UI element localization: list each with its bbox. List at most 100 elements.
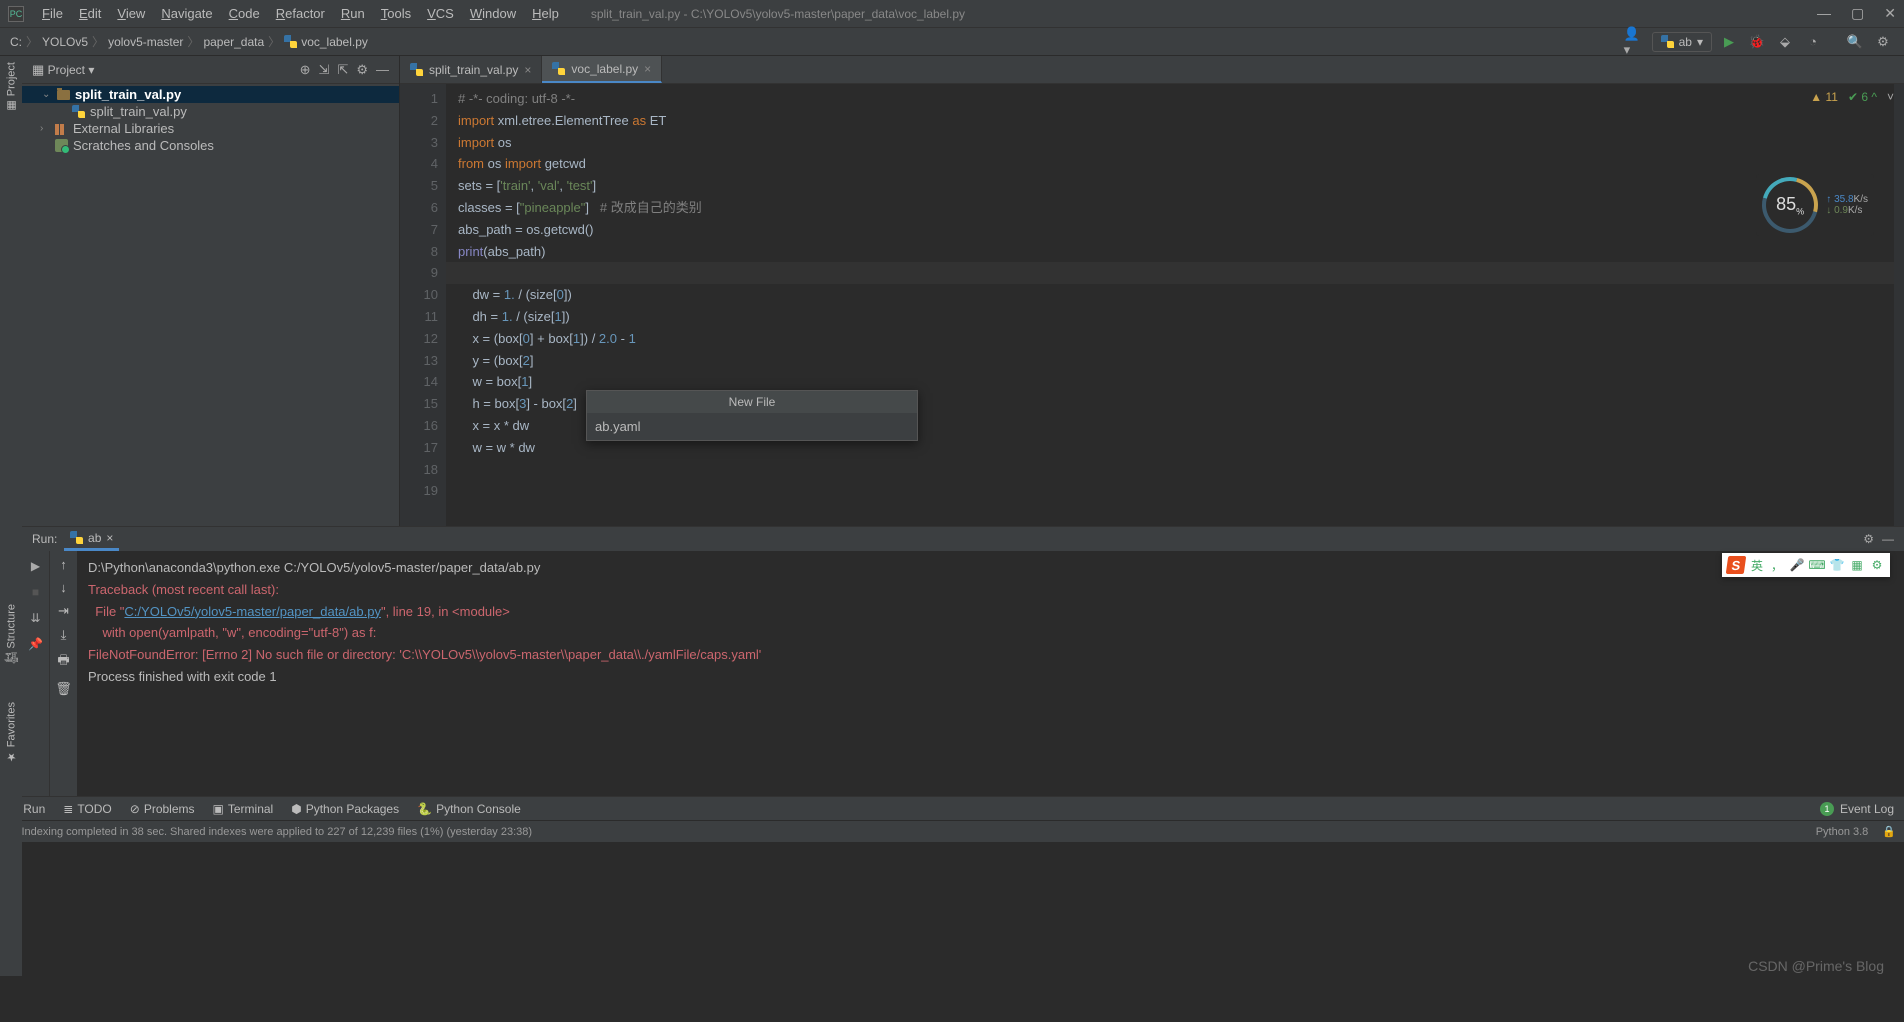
tree-scratches[interactable]: Scratches and Consoles: [22, 137, 399, 154]
trash-icon[interactable]: 🗑: [55, 681, 72, 697]
bottom-tool-tabs: ▶ Run ≣ TODO ⊘ Problems ▣ Terminal ⬢ Pyt…: [0, 796, 1904, 820]
scratches-icon: [55, 139, 68, 152]
ime-keyboard-icon[interactable]: ⌨: [1809, 557, 1825, 573]
user-icon[interactable]: 👤▾: [1624, 31, 1646, 53]
window-controls: — ▢ ✕: [1817, 5, 1896, 22]
tab-event-log[interactable]: 1 Event Log: [1820, 802, 1894, 816]
print-icon[interactable]: 🖶: [57, 651, 69, 673]
project-view-selector[interactable]: Project ▾: [44, 63, 94, 77]
breadcrumb-segment[interactable]: voc_label.py: [301, 35, 368, 49]
gutter[interactable]: 12345678910111213141516171819: [400, 84, 446, 526]
tab-problems[interactable]: ⊘ Problems: [130, 802, 195, 816]
menu-run[interactable]: Run: [333, 6, 373, 21]
performance-widget[interactable]: 85% ↑ 35.8K/s ↓ 0.9K/s: [1756, 174, 1874, 236]
ime-logo-icon: S: [1726, 556, 1747, 574]
up-icon[interactable]: ↑: [60, 557, 67, 572]
menu-window[interactable]: Window: [462, 6, 524, 21]
maximize-icon[interactable]: ▢: [1851, 5, 1864, 22]
debug-button[interactable]: 🐞: [1746, 31, 1768, 53]
scroll-icon[interactable]: ⤓: [61, 627, 67, 643]
menu-edit[interactable]: Edit: [71, 6, 109, 21]
lock-icon[interactable]: 🔒: [1882, 825, 1896, 838]
close-tab-icon[interactable]: ×: [644, 62, 651, 76]
run-toolbar-left: ▶ ■ ⇊ 📌: [22, 551, 50, 796]
status-bar: ▢ Indexing completed in 38 sec. Shared i…: [0, 820, 1904, 842]
ime-voice-icon[interactable]: 🎤: [1789, 557, 1805, 573]
new-file-input[interactable]: [587, 413, 917, 440]
run-hide-icon[interactable]: —: [1882, 532, 1894, 546]
code-content[interactable]: # -*- coding: utf-8 -*-import xml.etree.…: [446, 84, 1904, 526]
profile-icon[interactable]: ◔: [1802, 31, 1824, 53]
project-tree[interactable]: ⌄split_train_val.py split_train_val.py ›…: [22, 84, 399, 156]
console-output[interactable]: D:\Python\anaconda3\python.exe C:/YOLOv5…: [78, 551, 1904, 796]
menu-vcs[interactable]: VCS: [419, 6, 462, 21]
ime-skin-icon[interactable]: 👕: [1829, 557, 1845, 573]
minimize-icon[interactable]: —: [1817, 5, 1831, 22]
ime-grid-icon[interactable]: ▦: [1849, 557, 1865, 573]
main-menu: FileEditViewNavigateCodeRefactorRunTools…: [34, 6, 567, 21]
python-file-icon: [72, 105, 85, 118]
window-title: split_train_val.py - C:\YOLOv5\yolov5-ma…: [591, 7, 965, 21]
interpreter-indicator[interactable]: Python 3.8: [1816, 826, 1869, 838]
menu-help[interactable]: Help: [524, 6, 567, 21]
run-button[interactable]: ▶: [1718, 31, 1740, 53]
search-icon[interactable]: 🔍: [1844, 31, 1866, 53]
coverage-icon[interactable]: ⬙: [1774, 31, 1796, 53]
breadcrumb-segment[interactable]: YOLOv5: [42, 35, 88, 49]
breadcrumb[interactable]: C:〉YOLOv5〉yolov5-master〉paper_data〉voc_l…: [10, 33, 368, 50]
ime-punct-icon[interactable]: ，: [1769, 557, 1785, 573]
pin-icon[interactable]: 📌: [27, 635, 45, 653]
locate-icon[interactable]: ⊕: [300, 62, 311, 78]
tree-item[interactable]: split_train_val.py: [22, 103, 399, 120]
editor-scrollbar[interactable]: [1894, 84, 1904, 526]
tab-python-packages[interactable]: ⬢ Python Packages: [291, 802, 399, 816]
menu-refactor[interactable]: Refactor: [268, 6, 333, 21]
expand-icon[interactable]: ⇲: [319, 62, 330, 78]
tool-window-icon: ▦: [32, 62, 44, 78]
run-settings-icon[interactable]: ⚙: [1863, 532, 1874, 546]
breadcrumb-segment[interactable]: paper_data: [203, 35, 264, 49]
editor-tab[interactable]: voc_label.py×: [542, 56, 662, 83]
checks-indicator[interactable]: ✔ 6 ^: [1848, 90, 1877, 104]
menu-navigate[interactable]: Navigate: [153, 6, 220, 21]
tree-external-libs[interactable]: ›External Libraries: [22, 120, 399, 137]
run-header-label: Run:: [32, 532, 57, 546]
tab-terminal[interactable]: ▣ Terminal: [213, 802, 274, 816]
menu-view[interactable]: View: [109, 6, 153, 21]
menu-tools[interactable]: Tools: [373, 6, 419, 21]
down-icon[interactable]: ↓: [60, 580, 67, 595]
close-tab-icon[interactable]: ×: [524, 63, 531, 77]
library-icon: [55, 123, 68, 134]
run-config-tab[interactable]: ab ×: [64, 527, 119, 551]
breadcrumb-segment[interactable]: yolov5-master: [108, 35, 183, 49]
stop-icon[interactable]: ■: [27, 583, 45, 601]
menu-code[interactable]: Code: [221, 6, 268, 21]
tab-todo[interactable]: ≣ TODO: [63, 802, 112, 816]
warnings-indicator[interactable]: ▲ 11: [1810, 90, 1838, 104]
settings-icon[interactable]: ⚙: [1872, 31, 1894, 53]
tree-root[interactable]: ⌄split_train_val.py: [22, 86, 399, 103]
breadcrumb-segment[interactable]: C:: [10, 35, 22, 49]
hide-icon[interactable]: —: [376, 62, 389, 78]
tab-project[interactable]: ▦ Project: [3, 56, 20, 118]
ime-settings-icon[interactable]: ⚙: [1869, 557, 1885, 573]
run-config-selector[interactable]: ab ▾: [1652, 32, 1712, 52]
project-tool-window: ▦ Project ▾ ⊕ ⇲ ⇱ ⚙ — ⌄split_train_val.p…: [22, 56, 400, 526]
titlebar: PC FileEditViewNavigateCodeRefactorRunTo…: [0, 0, 1904, 28]
close-icon[interactable]: ✕: [1884, 5, 1896, 22]
layout-icon[interactable]: ⇊: [27, 609, 45, 627]
rerun-icon[interactable]: ▶: [27, 557, 45, 575]
ime-toolbar[interactable]: S 英 ， 🎤 ⌨ 👕 ▦ ⚙: [1722, 553, 1890, 577]
tab-python-console[interactable]: 🐍 Python Console: [417, 802, 521, 816]
collapse-icon[interactable]: ⇱: [337, 62, 348, 78]
run-tool-window: Run: ab × ⚙ — ▶ ■ ⇊ 📌 ↑ ↓ ⇥ ⤓ 🖶 🗑 D:\Pyt…: [22, 526, 1904, 796]
ime-lang-icon[interactable]: 英: [1749, 557, 1765, 573]
editor-tab[interactable]: split_train_val.py×: [400, 56, 542, 83]
gear-icon[interactable]: ⚙: [356, 62, 368, 78]
softwrap-icon[interactable]: ⇥: [58, 603, 69, 619]
tab-favorites[interactable]: ★ Favorites: [3, 696, 20, 769]
watermark: CSDN @Prime's Blog: [1748, 958, 1884, 974]
code-area[interactable]: 12345678910111213141516171819 # -*- codi…: [400, 84, 1904, 526]
menu-file[interactable]: File: [34, 6, 71, 21]
tab-structure[interactable]: 🏗 Structure: [3, 598, 20, 672]
